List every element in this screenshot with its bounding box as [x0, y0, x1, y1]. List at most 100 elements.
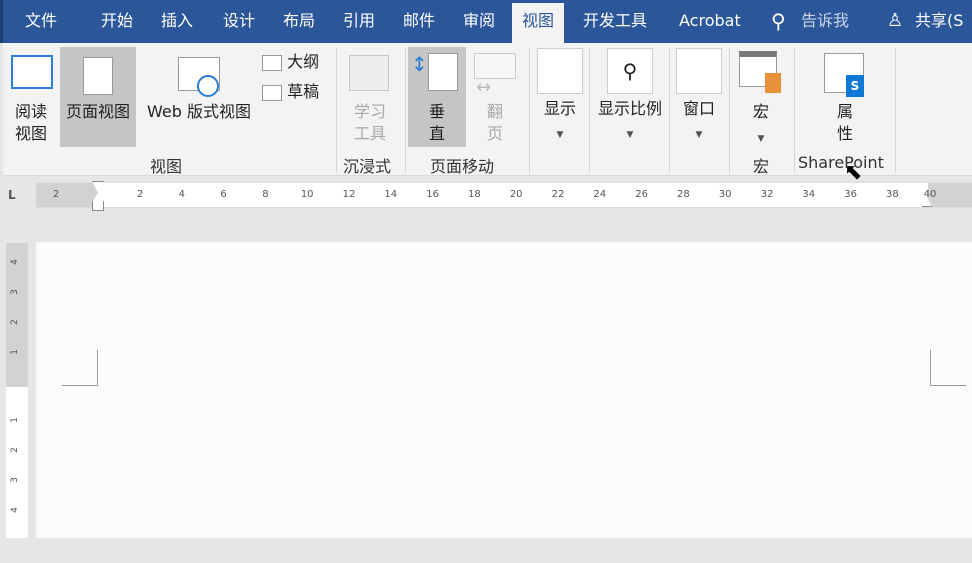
- ribbon: 阅读 视图 页面视图 Web 版式视图 大纲 草稿 视图 学习工具 沉浸式 ↕ 垂…: [3, 43, 972, 176]
- web-layout-button[interactable]: Web 版式视图: [140, 47, 258, 147]
- tab-file[interactable]: 文件: [25, 9, 57, 33]
- vruler-mark: 4: [9, 507, 20, 513]
- tab-references[interactable]: 引用: [343, 9, 375, 33]
- ruler-mark: 38: [886, 189, 899, 200]
- user-icon[interactable]: ♙: [887, 9, 903, 33]
- ruler-mark: 14: [384, 189, 398, 200]
- ruler-mark: 2: [52, 189, 60, 200]
- read-mode-button[interactable]: 阅读 视图: [7, 51, 55, 151]
- tab-home[interactable]: 开始: [101, 9, 133, 33]
- outline-button[interactable]: 大纲: [262, 51, 332, 75]
- ruler-mark: 8: [262, 189, 269, 200]
- group-divider: [669, 48, 670, 173]
- draft-icon: [262, 84, 282, 101]
- macros-button[interactable]: 宏 ▼: [733, 51, 789, 151]
- group-divider: [589, 48, 590, 173]
- margin-corner-right: [930, 350, 966, 386]
- zoom-button[interactable]: ⚲ 显示比例 ▼: [591, 48, 669, 143]
- zoom-label: 显示比例: [597, 99, 662, 118]
- print-layout-button[interactable]: 页面视图: [60, 47, 136, 147]
- ruler-mark: 24: [593, 189, 607, 200]
- page-icon: [83, 57, 113, 95]
- tab-design[interactable]: 设计: [223, 9, 255, 33]
- group-label-immersive: 沉浸式: [343, 157, 392, 176]
- show-button[interactable]: 显示 ▼: [533, 48, 587, 143]
- draft-button[interactable]: 草稿: [262, 81, 332, 105]
- ruler-mark: 16: [426, 189, 439, 200]
- page-icon: [428, 53, 458, 91]
- side-to-side-button[interactable]: ↔ 翻页: [470, 51, 520, 151]
- outline-label: 大纲: [287, 52, 320, 71]
- label-line: 直: [428, 124, 445, 143]
- document-page[interactable]: [36, 242, 972, 538]
- dropdown-caret-icon: ▼: [556, 130, 564, 140]
- tab-layout[interactable]: 布局: [283, 9, 315, 33]
- ruler-mark: 20: [509, 189, 523, 200]
- ruler-mark: 18: [468, 189, 481, 200]
- book-speaker-icon: [349, 55, 389, 91]
- label-line: 工具: [353, 124, 386, 143]
- window-icon: [676, 48, 722, 94]
- label-line: 翻: [486, 102, 503, 121]
- vruler-mark: 1: [9, 417, 20, 423]
- show-icon: [537, 48, 583, 94]
- window-label: 窗口: [682, 99, 715, 118]
- tab-developer[interactable]: 开发工具: [583, 9, 647, 33]
- read-mode-label: 阅读 视图: [7, 101, 55, 145]
- vruler-mark: 3: [9, 289, 20, 295]
- label-line: 学习: [353, 102, 386, 121]
- vertical-ruler[interactable]: 4 3 2 1 1 2 3 4: [6, 243, 28, 538]
- tab-review[interactable]: 审阅: [463, 9, 495, 33]
- dropdown-caret-icon: ▼: [626, 130, 634, 140]
- search-icon[interactable]: ⚲: [771, 9, 786, 33]
- ruler-mark: 22: [551, 189, 565, 200]
- magnifier-icon: ⚲: [607, 48, 653, 94]
- print-layout-label: 页面视图: [65, 102, 130, 121]
- tab-acrobat[interactable]: Acrobat: [679, 9, 741, 33]
- book-icon: [11, 55, 53, 89]
- group-divider: [529, 48, 530, 173]
- ruler-left-margin: [36, 183, 98, 207]
- group-label-macros: 宏: [753, 157, 770, 176]
- tell-me-input[interactable]: 告诉我: [801, 9, 849, 33]
- left-right-arrow-icon: ↔: [476, 77, 492, 98]
- tab-stop-selector[interactable]: L: [8, 188, 16, 202]
- ruler-mark: 4: [178, 189, 185, 200]
- margin-corner-left: [62, 350, 98, 386]
- ruler-mark: 12: [342, 189, 356, 200]
- web-layout-label: Web 版式视图: [147, 102, 251, 121]
- vruler-mark: 4: [9, 259, 20, 265]
- ruler-mark: 34: [802, 189, 816, 200]
- tab-insert[interactable]: 插入: [161, 9, 193, 33]
- ruler-mark: 2: [136, 189, 144, 200]
- group-label-views: 视图: [150, 157, 183, 176]
- group-divider: [405, 48, 406, 173]
- ribbon-tab-bar: 文件 开始 插入 设计 布局 引用 邮件 审阅 视图 开发工具 Acrobat …: [0, 0, 972, 43]
- outline-icon: [262, 54, 282, 71]
- properties-button[interactable]: S 属性: [818, 51, 872, 151]
- tab-view[interactable]: 视图: [512, 3, 565, 43]
- window-button[interactable]: 窗口 ▼: [673, 48, 725, 143]
- label-line: 性: [836, 124, 853, 143]
- group-label-sharepoint: SharePoint: [798, 153, 884, 172]
- mouse-cursor-icon: ⬉: [844, 160, 863, 185]
- vruler-mark: 1: [9, 349, 20, 355]
- vruler-mark: 2: [9, 319, 20, 325]
- group-divider: [895, 48, 896, 173]
- scroll-icon: [765, 73, 781, 93]
- horizontal-ruler[interactable]: 2 2 4 6 8 10 12 14 16 18 20 22 24 26 28 30 32 34 36 38 40: [36, 181, 972, 211]
- label-line: 垂: [428, 102, 445, 121]
- ruler-mark: 30: [718, 189, 732, 200]
- share-button[interactable]: 共享(S: [915, 9, 963, 33]
- group-label-page-movement: 页面移动: [430, 157, 495, 176]
- group-divider: [336, 48, 337, 173]
- learning-tools-button[interactable]: 学习 工具: [341, 51, 399, 151]
- tab-mailings[interactable]: 邮件: [403, 9, 435, 33]
- group-divider: [729, 48, 730, 173]
- vertical-button[interactable]: ↕ 垂直: [408, 47, 466, 147]
- ruler-mark: 10: [300, 189, 314, 200]
- pages-icon: [474, 53, 516, 79]
- ruler-mark: 36: [844, 189, 857, 200]
- label-line: 页: [486, 124, 503, 143]
- draft-label: 草稿: [287, 82, 320, 101]
